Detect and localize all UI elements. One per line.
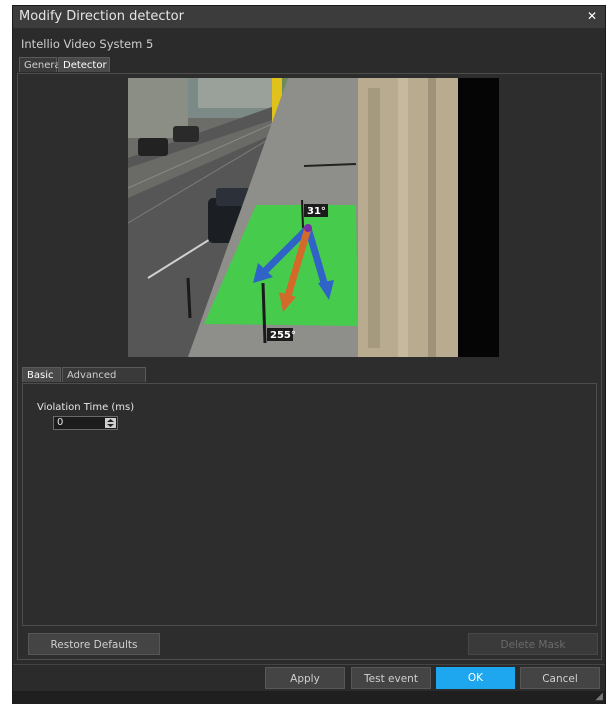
resize-grip-icon[interactable]: ◢ bbox=[595, 691, 603, 702]
tab-general[interactable]: General bbox=[19, 57, 63, 72]
tab-detector[interactable]: Detector bbox=[58, 57, 110, 72]
camera-preview[interactable]: 31° 255° bbox=[128, 78, 499, 357]
spin-arrows-icon[interactable] bbox=[105, 418, 116, 428]
system-name: Intellio Video System 5 bbox=[21, 37, 154, 51]
dialog-window: Modify Direction detector ✕ Intellio Vid… bbox=[12, 5, 606, 704]
footer-divider bbox=[13, 664, 605, 665]
tab-advanced-filter[interactable]: Advanced Filter bbox=[62, 367, 146, 396]
close-icon[interactable]: ✕ bbox=[587, 9, 597, 23]
basic-settings-panel: Violation Time (ms) 0 bbox=[22, 383, 597, 626]
camera-scene: 31° 255° bbox=[128, 78, 499, 357]
violation-time-value: 0 bbox=[57, 417, 64, 428]
delete-mask-button[interactable]: Delete Mask bbox=[468, 633, 598, 655]
violation-time-label: Violation Time (ms) bbox=[37, 402, 135, 413]
detector-panel: 31° 255° Basic Advanced Filter Violation… bbox=[17, 73, 602, 660]
restore-defaults-button[interactable]: Restore Defaults bbox=[28, 633, 160, 655]
angle-top-label: 31° bbox=[307, 206, 326, 217]
cancel-button[interactable]: Cancel bbox=[520, 667, 600, 689]
title-bar: Modify Direction detector ✕ bbox=[13, 6, 605, 28]
window-title: Modify Direction detector bbox=[19, 9, 184, 24]
status-footer: ◢ bbox=[13, 691, 605, 704]
ok-button[interactable]: OK bbox=[436, 667, 515, 689]
tab-basic[interactable]: Basic bbox=[22, 367, 61, 382]
angle-bottom-label: 255° bbox=[270, 330, 296, 341]
violation-time-input[interactable]: 0 bbox=[53, 416, 118, 430]
apply-button[interactable]: Apply bbox=[265, 667, 345, 689]
test-event-button[interactable]: Test event bbox=[351, 667, 431, 689]
